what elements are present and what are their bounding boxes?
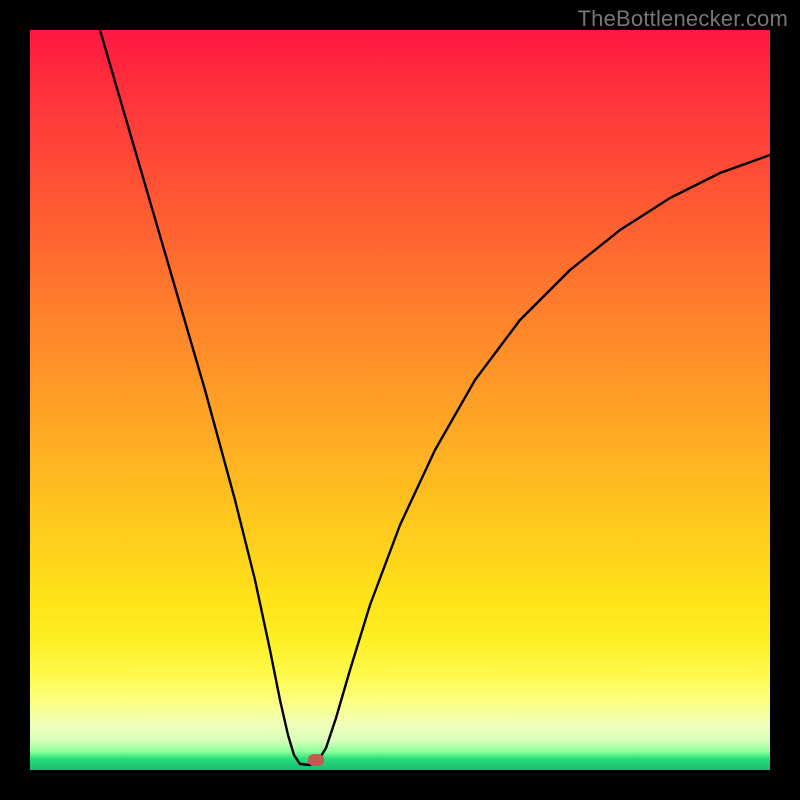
gradient-plot-area	[30, 30, 770, 770]
chart-frame: TheBottlenecker.com	[0, 0, 800, 800]
watermark-text: TheBottlenecker.com	[578, 6, 788, 32]
